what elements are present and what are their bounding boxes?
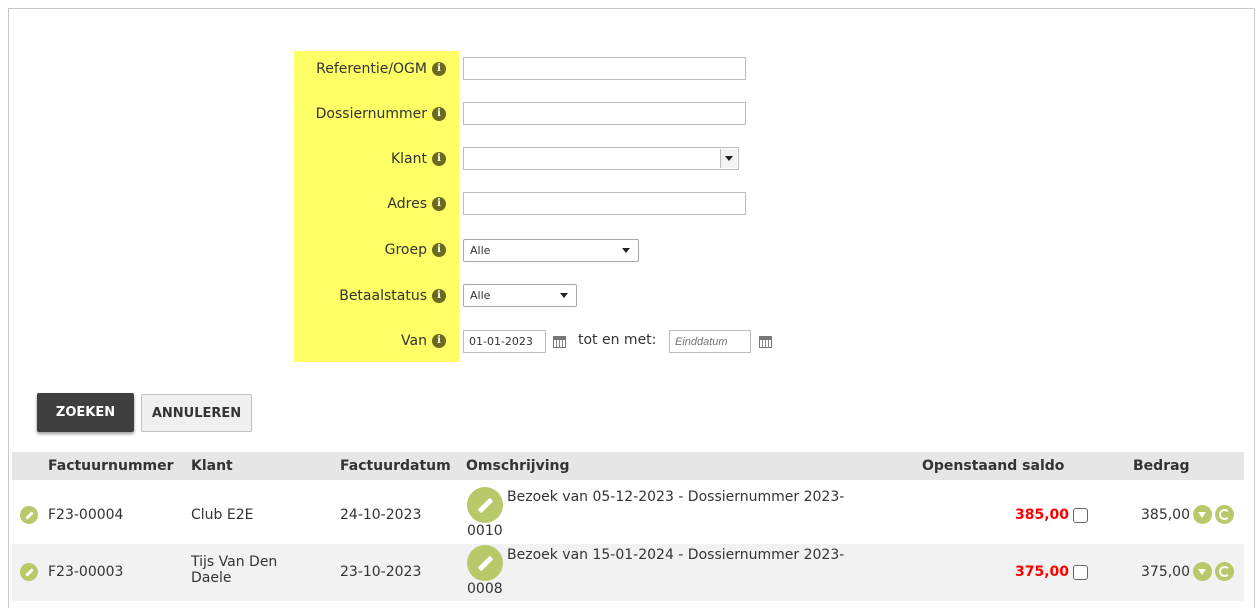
klant-combobox[interactable] <box>463 147 739 170</box>
download-icon[interactable] <box>1193 562 1212 581</box>
cell-client-line2: Daele <box>191 570 232 586</box>
cell-description-line2: 0010 <box>467 523 503 539</box>
cell-date: 24-10-2023 <box>340 507 422 523</box>
label-dossiernummer: Dossiernummer i <box>316 106 446 122</box>
table-row[interactable]: F23-00003 Tijs Van Den Daele 23-10-2023 … <box>12 544 1244 601</box>
edit-description-icon[interactable] <box>467 487 503 523</box>
label-klant: Klant i <box>391 151 446 167</box>
label-groep: Groep i <box>385 242 446 258</box>
cell-description-line1: Bezoek van 15-01-2024 - Dossiernummer 20… <box>507 547 845 563</box>
label-betaalstatus-text: Betaalstatus <box>339 288 427 304</box>
label-adres: Adres i <box>387 196 446 212</box>
info-icon[interactable]: i <box>432 107 446 121</box>
annuleren-button[interactable]: ANNULEREN <box>141 394 252 432</box>
col-factuurdatum[interactable]: Factuurdatum <box>340 458 451 474</box>
info-icon[interactable]: i <box>432 334 446 348</box>
info-icon[interactable]: i <box>432 62 446 76</box>
cell-amount: 375,00 <box>1141 564 1190 580</box>
cell-invoice: F23-00003 <box>48 564 124 580</box>
chevron-down-icon <box>560 293 568 298</box>
cell-balance: 375,00 <box>1015 564 1070 580</box>
zoeken-button[interactable]: ZOEKEN <box>37 393 134 432</box>
label-dossiernummer-text: Dossiernummer <box>315 106 427 122</box>
calendar-icon[interactable] <box>553 336 566 348</box>
groep-select-value: Alle <box>470 244 491 257</box>
label-van: Van i <box>401 333 446 349</box>
chevron-down-icon <box>725 156 733 161</box>
label-van-text: Van <box>401 333 427 349</box>
label-referentie: Referentie/OGM i <box>316 61 446 77</box>
dossiernummer-input[interactable] <box>463 102 746 125</box>
calendar-icon[interactable] <box>759 336 772 348</box>
balance-checkbox[interactable] <box>1073 565 1088 580</box>
cell-client-line1: Tijs Van Den <box>191 554 278 570</box>
col-omschrijving[interactable]: Omschrijving <box>466 458 570 474</box>
info-icon[interactable]: i <box>432 197 446 211</box>
info-icon[interactable]: i <box>432 289 446 303</box>
label-adres-text: Adres <box>387 196 427 212</box>
betaalstatus-select-value: Alle <box>470 289 491 302</box>
betaalstatus-select[interactable]: Alle <box>463 284 577 307</box>
label-referentie-text: Referentie/OGM <box>316 61 427 77</box>
cell-invoice: F23-00004 <box>48 507 124 523</box>
col-bedrag[interactable]: Bedrag <box>1133 458 1190 474</box>
cell-description-line2: 0008 <box>467 581 503 597</box>
klant-dropdown-button[interactable] <box>720 149 737 168</box>
col-openstaand-saldo[interactable]: Openstaand saldo <box>922 458 1064 474</box>
van-date-input[interactable]: 01-01-2023 <box>463 330 546 353</box>
edit-icon[interactable] <box>20 563 38 581</box>
col-klant[interactable]: Klant <box>191 458 233 474</box>
edit-description-icon[interactable] <box>467 545 503 581</box>
einddatum-input[interactable] <box>669 330 751 353</box>
refresh-icon[interactable] <box>1215 505 1234 524</box>
table-header: Factuurnummer Klant Factuurdatum Omschri… <box>12 452 1244 480</box>
cell-date: 23-10-2023 <box>340 564 422 580</box>
cell-client: Club E2E <box>191 507 254 523</box>
edit-icon[interactable] <box>20 506 38 524</box>
balance-checkbox[interactable] <box>1073 508 1088 523</box>
info-icon[interactable]: i <box>432 243 446 257</box>
table-row[interactable]: F23-00004 Club E2E 24-10-2023 Bezoek van… <box>12 487 1244 544</box>
referentie-input[interactable] <box>463 57 746 80</box>
download-icon[interactable] <box>1193 505 1212 524</box>
cell-description-line1: Bezoek van 05-12-2023 - Dossiernummer 20… <box>507 489 845 505</box>
label-groep-text: Groep <box>384 242 427 258</box>
groep-select[interactable]: Alle <box>463 239 639 262</box>
col-factuurnummer[interactable]: Factuurnummer <box>48 458 174 474</box>
refresh-icon[interactable] <box>1215 562 1234 581</box>
chevron-down-icon <box>622 248 630 253</box>
label-klant-text: Klant <box>390 151 427 167</box>
cell-balance: 385,00 <box>1015 507 1070 523</box>
adres-input[interactable] <box>463 192 746 215</box>
tot-en-met-label: tot en met: <box>578 332 657 348</box>
cell-amount: 385,00 <box>1141 507 1190 523</box>
label-betaalstatus: Betaalstatus i <box>339 288 446 304</box>
info-icon[interactable]: i <box>432 152 446 166</box>
